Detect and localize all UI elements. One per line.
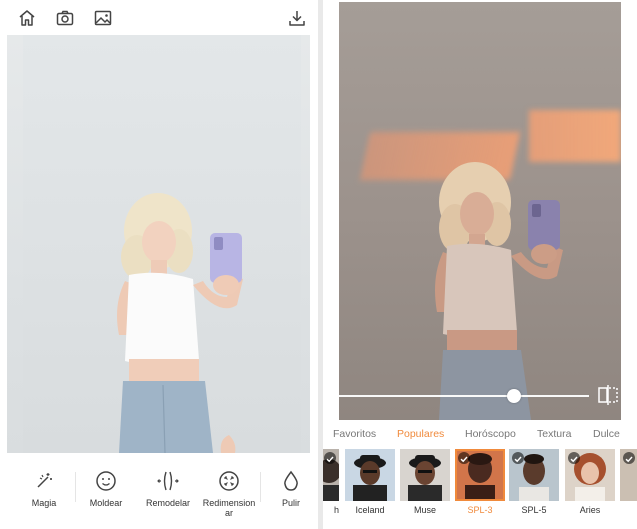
filter-label: h xyxy=(333,505,339,515)
check-icon xyxy=(512,452,524,464)
filter-thumbnail xyxy=(509,449,559,501)
drop-icon xyxy=(280,470,302,492)
filter-item[interactable]: h xyxy=(323,449,339,515)
filter-label: SPL-5 xyxy=(521,505,547,515)
face-smile-icon xyxy=(95,470,117,492)
filter-item[interactable]: Aries xyxy=(565,449,615,515)
resize-icon xyxy=(218,470,240,492)
left-editor-panel: Magia Moldear Remodelar Redimension ar P… xyxy=(0,0,318,529)
filter-thumbnail xyxy=(345,449,395,501)
tab-populares[interactable]: Populares xyxy=(397,428,444,440)
woman-selfie-figure xyxy=(435,162,563,420)
filter-item[interactable]: SPL-5 xyxy=(509,449,559,515)
tool-redimensionar[interactable]: Redimension ar xyxy=(199,470,259,518)
check-icon xyxy=(324,452,336,464)
tab-textura[interactable]: Textura xyxy=(537,428,571,440)
reshape-icon xyxy=(157,470,179,492)
filtered-photo[interactable] xyxy=(339,2,621,420)
tool-label: Moldear xyxy=(89,498,123,508)
home-icon[interactable] xyxy=(17,8,37,28)
magic-wand-icon xyxy=(33,470,55,492)
tool-moldear[interactable]: Moldear xyxy=(76,470,136,508)
filter-label: Muse xyxy=(413,505,436,515)
tool-label: Magia xyxy=(31,498,57,508)
filter-thumbnail xyxy=(565,449,615,501)
tool-label: Remodelar xyxy=(145,498,191,508)
tab-dulce[interactable]: Dulce xyxy=(593,428,620,440)
tab-favoritos[interactable]: Favoritos xyxy=(333,428,376,440)
download-icon[interactable] xyxy=(287,8,307,28)
tool-label: Redimension ar xyxy=(202,498,256,518)
gallery-icon[interactable] xyxy=(93,8,113,28)
right-filter-panel: Favoritos Populares Horóscopo Textura Du… xyxy=(323,0,637,529)
filter-item[interactable] xyxy=(620,449,637,501)
filter-label: Iceland xyxy=(355,505,385,515)
edited-photo[interactable] xyxy=(7,35,310,453)
filter-label: Aries xyxy=(579,505,601,515)
filter-thumbnail xyxy=(455,449,505,501)
tool-bar: Magia Moldear Remodelar Redimension ar P… xyxy=(0,456,318,529)
filter-thumbnail xyxy=(620,449,637,501)
intensity-slider-thumb[interactable] xyxy=(507,389,521,403)
filter-thumbnail xyxy=(400,449,450,501)
filter-strip: h Iceland Muse SPL-3 SPL-5 Aries xyxy=(323,449,637,519)
compare-icon[interactable] xyxy=(597,384,619,406)
tool-label: Pulir xyxy=(281,498,300,508)
camera-icon[interactable] xyxy=(55,8,75,28)
check-icon xyxy=(458,452,470,464)
tool-magia[interactable]: Magia xyxy=(14,470,74,508)
filter-label: SPL-3 xyxy=(467,505,493,515)
tool-remodelar[interactable]: Remodelar xyxy=(138,470,198,508)
check-icon xyxy=(623,452,635,464)
filter-thumbnail xyxy=(323,449,339,501)
filter-item[interactable]: SPL-3 xyxy=(455,449,505,515)
woman-selfie-figure xyxy=(117,193,243,453)
filter-category-tabs: Favoritos Populares Horóscopo Textura Du… xyxy=(323,428,637,444)
top-toolbar xyxy=(0,0,318,34)
filter-item[interactable]: Muse xyxy=(400,449,450,515)
filter-item[interactable]: Iceland xyxy=(345,449,395,515)
check-icon xyxy=(568,452,580,464)
tab-horoscopo[interactable]: Horóscopo xyxy=(465,428,516,440)
intensity-slider-track[interactable] xyxy=(339,395,589,397)
tool-pulir[interactable]: Pulir xyxy=(261,470,321,508)
